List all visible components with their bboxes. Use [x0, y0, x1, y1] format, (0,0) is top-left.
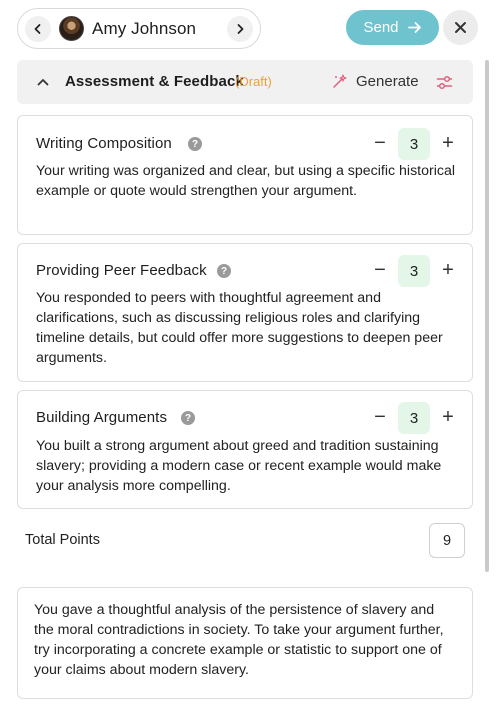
sliders-icon[interactable] — [436, 74, 453, 91]
student-name: Amy Johnson — [92, 19, 197, 38]
decrease-score-button[interactable]: − — [371, 407, 389, 427]
criterion-title: Writing Composition — [36, 135, 172, 152]
student-navigator: Amy Johnson — [17, 8, 261, 49]
criterion-card-writing-composition: Writing Composition ? − 3 + Your writing… — [17, 115, 473, 235]
scrollbar-thumb[interactable] — [485, 60, 489, 572]
generate-button[interactable]: Generate — [356, 73, 419, 90]
top-bar: Amy Johnson Send — [0, 0, 497, 60]
send-button-label: Send — [363, 19, 399, 36]
send-button[interactable]: Send — [346, 10, 439, 45]
criterion-title: Providing Peer Feedback — [36, 262, 207, 279]
decrease-score-button[interactable]: − — [371, 260, 389, 280]
close-button[interactable] — [443, 10, 478, 45]
arrow-right-icon — [407, 22, 421, 33]
decrease-score-button[interactable]: − — [371, 133, 389, 153]
chevron-left-icon — [34, 24, 41, 34]
score-value[interactable]: 3 — [398, 128, 430, 160]
sparkle-icon[interactable] — [331, 73, 348, 90]
previous-student-button[interactable] — [25, 16, 51, 42]
question-icon[interactable]: ? — [188, 137, 202, 151]
chevron-right-icon — [237, 24, 244, 34]
increase-score-button[interactable]: + — [439, 133, 457, 153]
scrollbar[interactable] — [485, 60, 489, 710]
score-value[interactable]: 3 — [398, 255, 430, 287]
increase-score-button[interactable]: + — [439, 260, 457, 280]
increase-score-button[interactable]: + — [439, 407, 457, 427]
criterion-feedback[interactable]: Your writing was organized and clear, bu… — [36, 161, 456, 201]
assessment-section-header: Assessment & Feedback (Draft) Generate — [17, 60, 473, 104]
criterion-card-peer-feedback: Providing Peer Feedback ? − 3 + You resp… — [17, 243, 473, 382]
question-icon[interactable]: ? — [217, 264, 231, 278]
overall-feedback-box[interactable]: You gave a thoughtful analysis of the pe… — [17, 587, 473, 699]
chevron-up-icon[interactable] — [36, 75, 50, 89]
overall-feedback-text: You gave a thoughtful analysis of the pe… — [34, 602, 444, 678]
total-points-label: Total Points — [25, 532, 100, 548]
next-student-button[interactable] — [227, 16, 253, 42]
criterion-feedback[interactable]: You responded to peers with thoughtful a… — [36, 288, 456, 368]
section-title: Assessment & Feedback — [65, 73, 244, 90]
criterion-card-building-arguments: Building Arguments ? − 3 + You built a s… — [17, 390, 473, 509]
avatar — [59, 16, 84, 41]
criterion-title: Building Arguments — [36, 409, 168, 426]
criterion-feedback[interactable]: You built a strong argument about greed … — [36, 436, 456, 496]
draft-badge: (Draft) — [235, 74, 272, 89]
close-icon — [455, 22, 466, 33]
score-value[interactable]: 3 — [398, 402, 430, 434]
total-points-value: 9 — [429, 523, 465, 558]
question-icon[interactable]: ? — [181, 411, 195, 425]
